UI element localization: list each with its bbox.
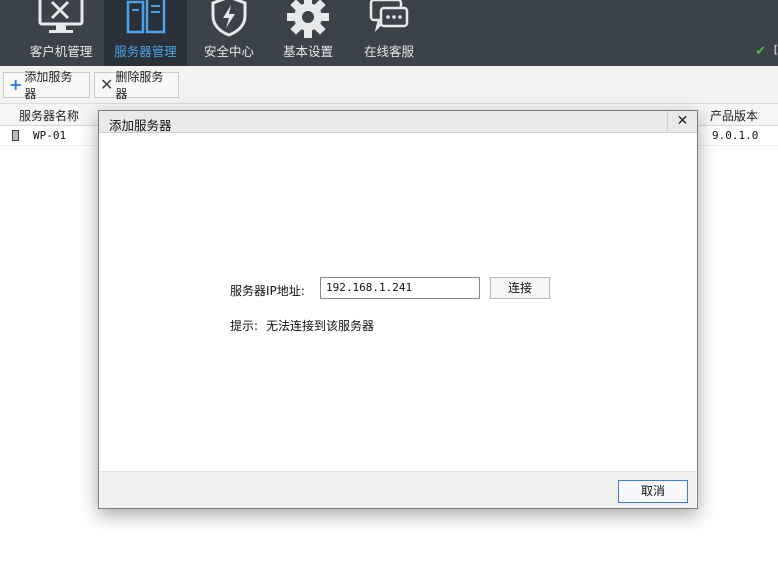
nav-online-support[interactable]: 在线客服: [350, 0, 428, 66]
close-icon: ✕: [100, 75, 114, 94]
shield-bolt-icon: [207, 0, 251, 41]
column-header-server-name[interactable]: 服务器名称: [19, 107, 79, 124]
nav-basic-settings[interactable]: 基本设置: [270, 0, 346, 66]
server-icon: [124, 0, 168, 41]
ip-address-label: 服务器IP地址:: [230, 284, 305, 298]
add-server-label: 添加服务器: [24, 70, 73, 101]
row-product-version: 9.0.1.0: [712, 129, 759, 142]
ip-address-input[interactable]: 192.168.1.241: [320, 277, 480, 299]
nav-server-management[interactable]: 服务器管理: [104, 0, 187, 66]
gear-icon: [285, 0, 331, 43]
toolbar: + 添加服务器 ✕ 删除服务器: [0, 66, 778, 104]
nav-label: 基本设置: [282, 44, 333, 59]
hint-label: 提示:: [230, 319, 259, 333]
dialog-footer: 取消: [100, 471, 696, 508]
cancel-button[interactable]: 取消: [618, 480, 688, 503]
client-tools-icon: [36, 0, 86, 41]
nav-label: 客户机管理: [29, 44, 93, 59]
nav-client-management[interactable]: 客户机管理: [18, 0, 104, 66]
column-header-product-version[interactable]: 产品版本: [710, 107, 758, 124]
nav-security-center[interactable]: 安全中心: [190, 0, 268, 66]
nav-label: 安全中心: [203, 44, 254, 59]
status-text: [: [773, 43, 778, 56]
add-server-button[interactable]: + 添加服务器: [3, 70, 90, 101]
connect-button[interactable]: 连接: [490, 277, 550, 299]
nav-label: 服务器管理: [114, 44, 177, 59]
dialog-title: 添加服务器: [109, 118, 172, 133]
hint-message: 无法连接到该服务器: [266, 319, 375, 333]
add-server-dialog: 添加服务器 ✕ 服务器IP地址: 192.168.1.241 连接 提示: 无法…: [98, 110, 698, 509]
top-nav-bar: 客户机管理 服务器管理 安全中心 基本设置 在线客服 ✔ [: [0, 0, 778, 66]
row-server-name: WP-01: [33, 129, 67, 142]
plus-icon: +: [9, 75, 23, 94]
server-row-icon: [12, 130, 19, 141]
delete-server-button[interactable]: ✕ 删除服务器: [94, 70, 179, 101]
dialog-body: 服务器IP地址: 192.168.1.241 连接 提示: 无法连接到该服务器: [100, 133, 696, 471]
nav-label: 在线客服: [363, 44, 414, 59]
dialog-title-bar[interactable]: 添加服务器 ✕: [99, 111, 697, 133]
check-icon: ✔: [755, 44, 766, 59]
close-icon[interactable]: ✕: [667, 111, 697, 132]
chat-icon: [367, 0, 411, 41]
delete-server-label: 删除服务器: [115, 70, 164, 101]
